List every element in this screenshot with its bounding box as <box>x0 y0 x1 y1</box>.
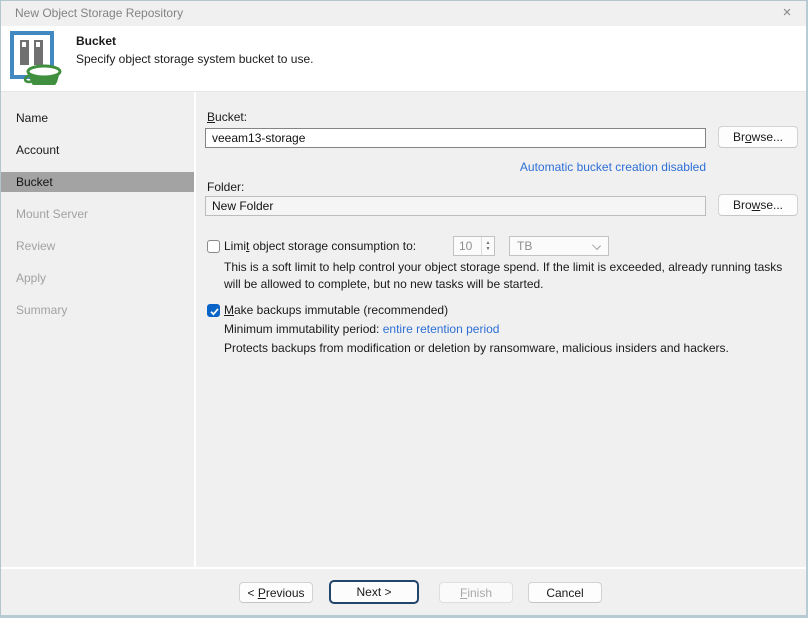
chevron-down-icon <box>592 241 601 250</box>
sidebar-item-account[interactable]: Account <box>1 134 194 166</box>
folder-field-label: Folder: <box>207 180 244 195</box>
limit-help-text: This is a soft limit to help control you… <box>224 259 794 293</box>
limit-unit-value: TB <box>517 239 532 253</box>
wizard-steps-sidebar: Name Account Bucket Mount Server Review … <box>1 92 194 567</box>
sidebar-item-mount-server: Mount Server <box>1 198 194 230</box>
close-icon[interactable]: × <box>776 1 798 26</box>
spinner-down-icon[interactable]: ▼ <box>486 246 491 252</box>
sidebar-item-bucket[interactable]: Bucket <box>1 166 194 198</box>
bucket-step-content: Bucket: veeam13-storage Browse... Automa… <box>196 92 806 567</box>
sidebar-item-review: Review <box>1 230 194 262</box>
bucket-field-label: Bucket: <box>207 110 247 125</box>
immutability-period-label: Minimum immutability period: <box>224 322 383 336</box>
next-button[interactable]: Next > <box>329 580 419 604</box>
page-title: Bucket <box>76 34 116 48</box>
wizard-header: Bucket Specify object storage system buc… <box>1 26 806 92</box>
sidebar-item-apply: Apply <box>1 262 194 294</box>
finish-button[interactable]: Finish <box>439 582 513 603</box>
spinner-arrows[interactable]: ▲ ▼ <box>481 237 494 255</box>
bucket-input[interactable]: veeam13-storage <box>205 128 706 148</box>
immutable-help-text: Protects backups from modification or de… <box>224 340 794 357</box>
browse-folder-button[interactable]: Browse... <box>718 194 798 216</box>
previous-button[interactable]: < Previous <box>239 582 313 603</box>
auto-bucket-creation-row: Automatic bucket creation disabled <box>205 160 706 174</box>
limit-amount-spinner[interactable]: 10 ▲ ▼ <box>453 236 495 256</box>
folder-input[interactable]: New Folder <box>205 196 706 216</box>
limit-unit-dropdown[interactable]: TB <box>509 236 609 256</box>
wizard-footer: < Previous Next > Finish Cancel <box>1 569 806 614</box>
sidebar-item-name[interactable]: Name <box>1 102 194 134</box>
title-bar: New Object Storage Repository × <box>1 1 806 26</box>
immutability-period-row: Minimum immutability period: entire rete… <box>224 322 499 337</box>
limit-amount-value: 10 <box>454 237 481 255</box>
object-storage-bucket-icon <box>9 31 67 88</box>
limit-consumption-checkbox[interactable] <box>207 240 220 253</box>
limit-consumption-label[interactable]: Limit object storage consumption to: <box>224 239 416 254</box>
retention-period-link[interactable]: entire retention period <box>383 322 500 336</box>
make-immutable-checkbox[interactable] <box>207 304 220 317</box>
wizard-window: New Object Storage Repository × Bucket S… <box>0 0 808 618</box>
window-title: New Object Storage Repository <box>15 1 183 26</box>
cancel-button[interactable]: Cancel <box>528 582 602 603</box>
page-subtitle: Specify object storage system bucket to … <box>76 52 313 66</box>
sidebar-item-summary: Summary <box>1 294 194 326</box>
browse-bucket-button[interactable]: Browse... <box>718 126 798 148</box>
make-immutable-label[interactable]: Make backups immutable (recommended) <box>224 303 448 318</box>
automatic-bucket-creation-link[interactable]: Automatic bucket creation disabled <box>520 160 706 174</box>
